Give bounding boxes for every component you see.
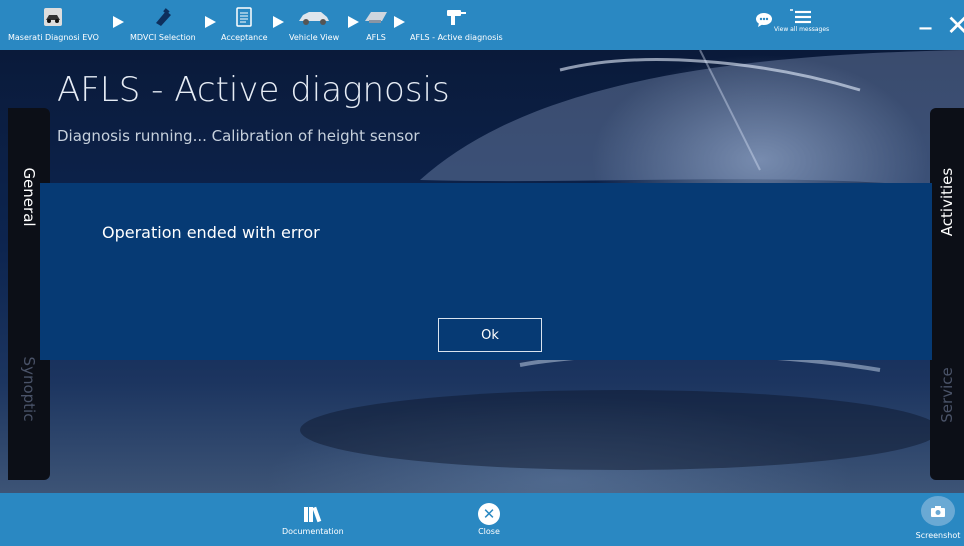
tab-service[interactable]: Service [938, 367, 956, 422]
dialog-message: Operation ended with error [102, 223, 320, 242]
vci-device-icon [152, 6, 174, 28]
right-side-panel [930, 108, 964, 480]
breadcrumb-item-acceptance[interactable]: Acceptance [221, 6, 268, 42]
tab-activities[interactable]: Activities [938, 168, 956, 236]
breadcrumb-item-active-diagnosis[interactable]: AFLS - Active diagnosis [410, 6, 503, 42]
tab-synoptic[interactable]: Synoptic [20, 357, 38, 422]
tab-general[interactable]: General [20, 167, 38, 226]
bottom-toolbar: Documentation ✕ Close [0, 493, 964, 546]
breadcrumb-arrow-icon [348, 16, 359, 28]
list-icon [789, 9, 811, 24]
breadcrumb-label: Acceptance [221, 33, 268, 42]
close-button[interactable]: ✕ Close [478, 501, 500, 536]
view-all-label: View all messages [774, 26, 830, 33]
document-icon [236, 6, 253, 28]
screenshot-label: Screenshot [915, 531, 961, 540]
breadcrumb-arrow-icon [205, 16, 216, 28]
breadcrumb-label: MDVCI Selection [130, 33, 196, 42]
car-diag-icon [43, 6, 63, 28]
documentation-button[interactable]: Documentation [282, 501, 344, 536]
car-icon [297, 6, 331, 28]
error-dialog: Operation ended with error Ok [40, 183, 932, 360]
ok-button[interactable]: Ok [438, 318, 542, 352]
screenshot-button[interactable]: Screenshot [916, 496, 960, 544]
breadcrumb-arrow-icon [273, 16, 284, 28]
breadcrumb-label: Vehicle View [289, 33, 340, 42]
breadcrumb-label: Maserati Diagnosi EVO [8, 33, 99, 42]
ecu-icon [363, 6, 389, 28]
breadcrumb-label: AFLS [366, 33, 386, 42]
close-icon: ✕ [478, 503, 500, 525]
chat-icon[interactable] [755, 12, 773, 32]
breadcrumb-label: AFLS - Active diagnosis [410, 33, 503, 42]
page-title: AFLS - Active diagnosis [57, 70, 450, 110]
breadcrumb-arrow-icon [394, 16, 405, 28]
minimize-button[interactable]: – [918, 13, 933, 43]
view-all-messages-button[interactable]: View all messages [774, 8, 829, 33]
camera-icon [921, 496, 955, 526]
books-icon [302, 501, 324, 527]
breadcrumb-item-home[interactable]: Maserati Diagnosi EVO [8, 6, 99, 42]
page-subtitle: Diagnosis running... Calibration of heig… [57, 127, 420, 145]
close-window-button[interactable]: ✕ [946, 12, 964, 40]
documentation-label: Documentation [282, 527, 344, 536]
breadcrumb-item-vehicle-view[interactable]: Vehicle View [289, 6, 339, 42]
drill-icon [445, 6, 467, 28]
close-label: Close [478, 527, 500, 536]
breadcrumb-item-mdvci[interactable]: MDVCI Selection [130, 6, 196, 42]
breadcrumb-bar: Maserati Diagnosi EVO MDVCI Selection Ac… [0, 0, 964, 50]
breadcrumb-arrow-icon [113, 16, 124, 28]
breadcrumb-item-afls[interactable]: AFLS [363, 6, 389, 42]
